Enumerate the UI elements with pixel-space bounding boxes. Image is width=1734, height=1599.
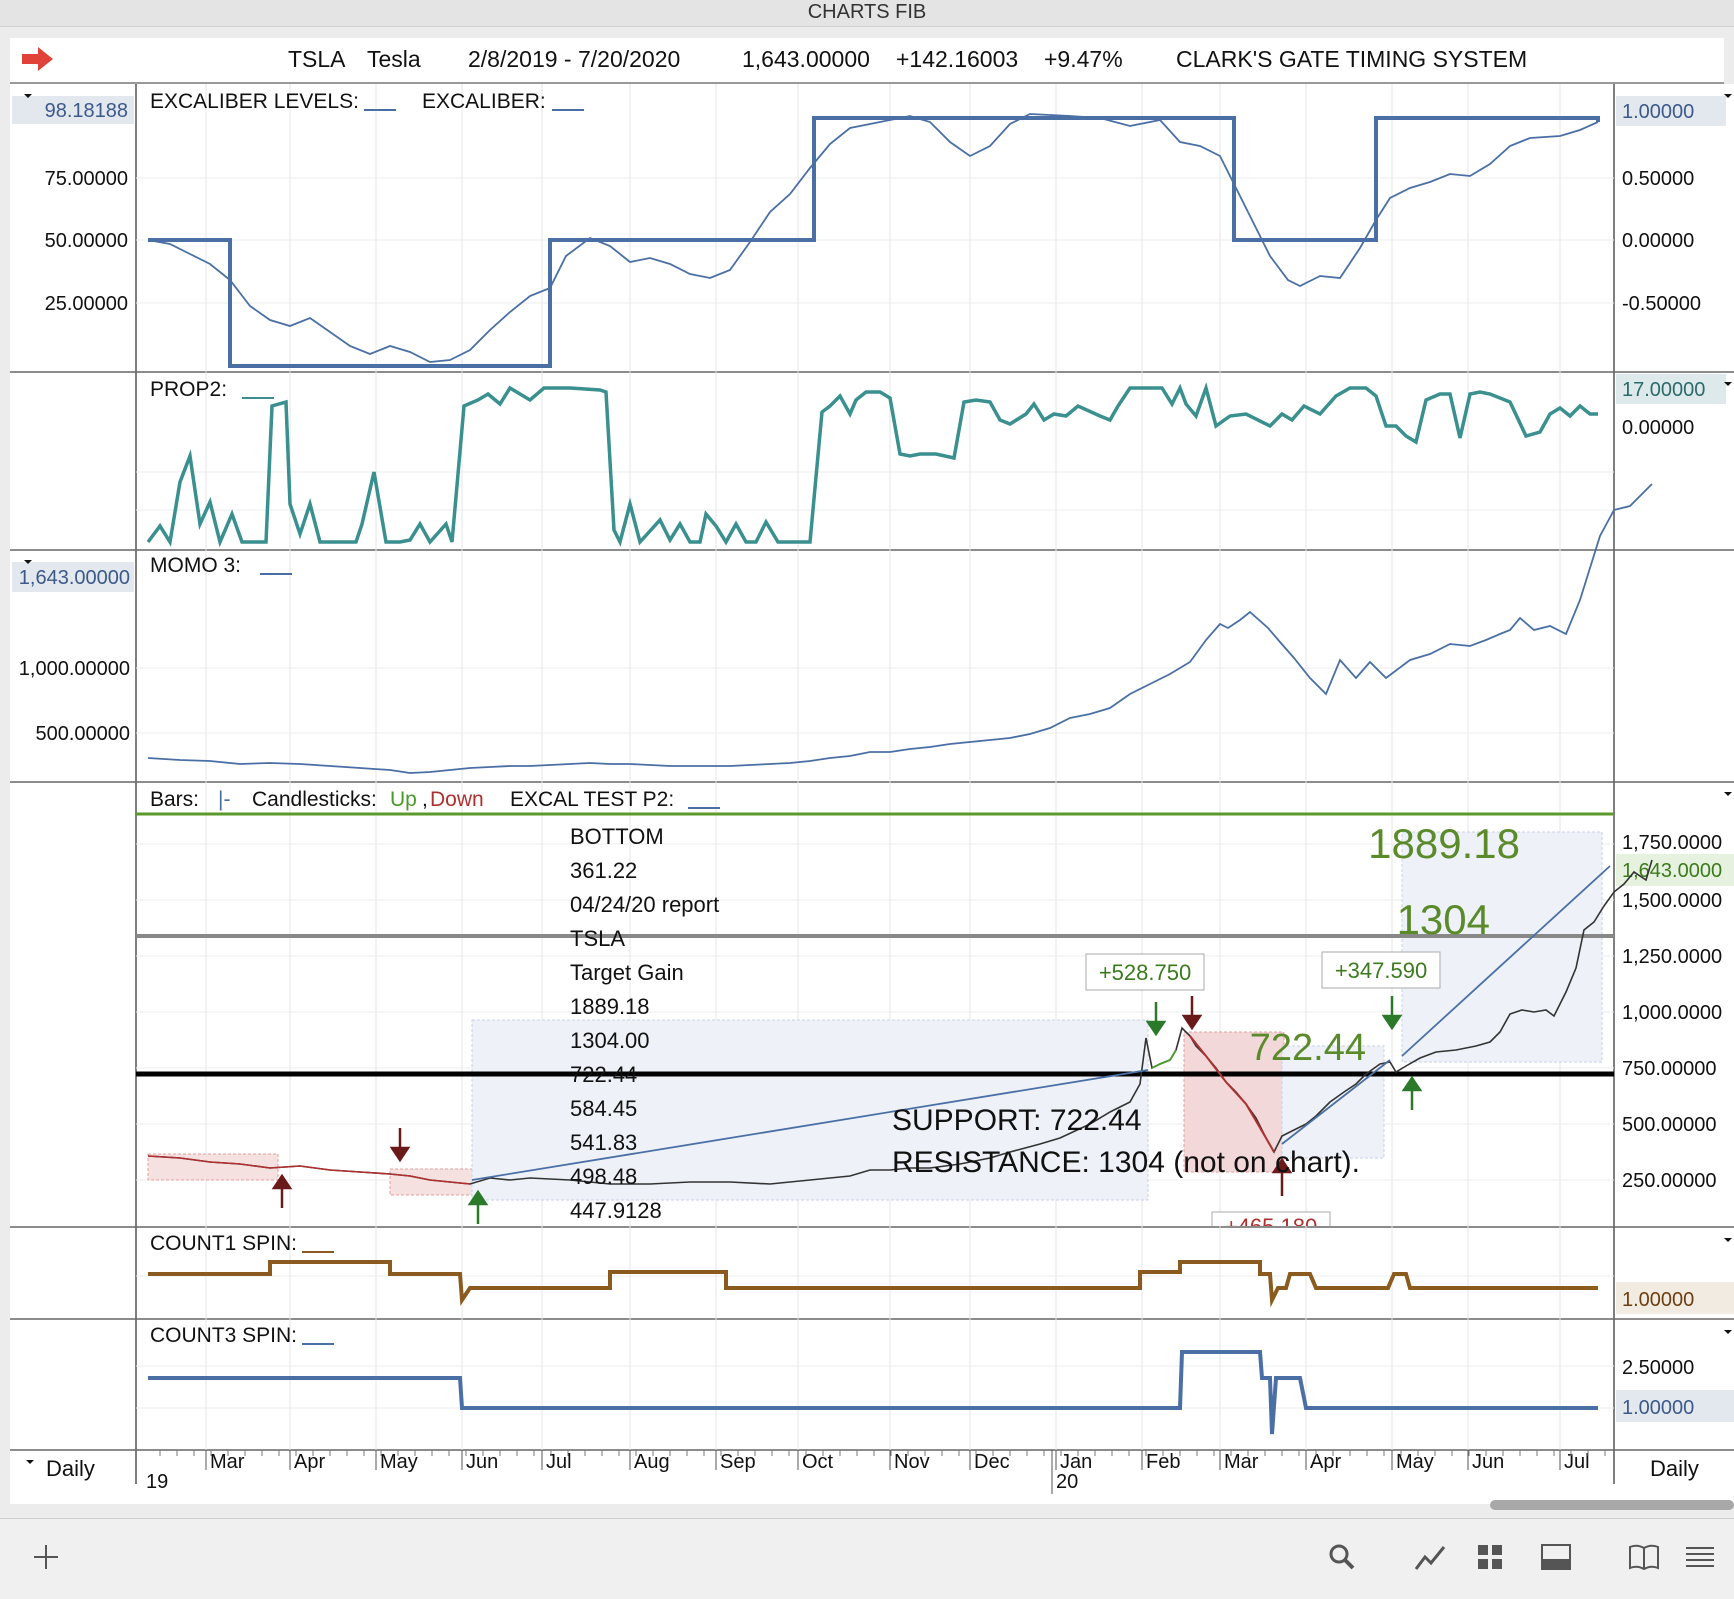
horizontal-scrollbar[interactable]: [1490, 1500, 1734, 1510]
month-tick-label: Apr: [1310, 1451, 1341, 1473]
momo-left-tick: 500.00000: [35, 723, 130, 745]
book-icon[interactable]: [1626, 1539, 1662, 1575]
main-right-tick: 750.00000: [1622, 1058, 1717, 1080]
report-line: 447.9128: [570, 1198, 662, 1223]
prop2-label: PROP2:: [150, 378, 227, 401]
month-tick-label: Jun: [1472, 1451, 1504, 1473]
panel-icon[interactable]: [1538, 1539, 1574, 1575]
month-tick-label: Dec: [974, 1451, 1010, 1473]
month-tick-label: Jan: [1060, 1451, 1092, 1473]
main-right-tick: 1,000.0000: [1622, 1002, 1722, 1024]
target-1304-label: 1304: [1397, 896, 1490, 943]
month-tick-label: Apr: [294, 1451, 325, 1473]
period-left[interactable]: Daily: [46, 1456, 95, 1481]
report-line: Target Gain: [570, 960, 684, 985]
period-right[interactable]: Daily: [1650, 1456, 1699, 1481]
resistance-text: RESISTANCE: 1304 (not on chart).: [892, 1146, 1360, 1179]
main-right-tick: 1,750.0000: [1622, 832, 1722, 854]
excaliber-right-value: 1.00000: [1622, 101, 1694, 123]
chart-area[interactable]: EXCALIBER LEVELS: EXCALIBER: 98.18188 75…: [10, 84, 1734, 1504]
bars-swatch: |-: [218, 788, 230, 811]
month-tick-label: Oct: [802, 1451, 834, 1473]
excaliber-label: EXCALIBER:: [422, 90, 546, 113]
plus-icon[interactable]: [28, 1539, 64, 1575]
header-date-range: 2/8/2019 - 7/20/2020: [468, 46, 681, 72]
report-line: 361.22: [570, 858, 637, 883]
excaliber-right-tick: 0.50000: [1622, 168, 1694, 190]
excaliber-right-tick: 0.00000: [1622, 230, 1694, 252]
report-line: BOTTOM: [570, 824, 664, 849]
month-tick-label: May: [380, 1451, 418, 1473]
grid-icon[interactable]: [1472, 1539, 1508, 1575]
gain-528-label: +528.750: [1099, 960, 1191, 985]
month-tick-label: Mar: [1224, 1451, 1259, 1473]
support-722-label: 722.44: [1250, 1027, 1366, 1069]
count3-right-value: 1.00000: [1622, 1397, 1694, 1419]
count1-label: COUNT1 SPIN:: [150, 1232, 297, 1255]
excaliber-left-tick: 50.00000: [45, 230, 128, 252]
month-tick-label: Aug: [634, 1451, 670, 1473]
red-arrow-icon[interactable]: [20, 44, 56, 74]
report-line: TSLA: [570, 926, 625, 951]
count3-right-tick: 2.50000: [1622, 1357, 1694, 1379]
report-line: 541.83: [570, 1130, 637, 1155]
excaliber-left-value: 98.18188: [45, 100, 128, 122]
header-change: +142.16003: [896, 46, 1019, 72]
candle-up-label: Up: [390, 788, 417, 811]
report-line: 722.44: [570, 1062, 637, 1087]
bottom-toolbar: [0, 1518, 1734, 1599]
main-right-tick: 1,500.0000: [1622, 890, 1722, 912]
excaliber-levels-label: EXCALIBER LEVELS:: [150, 90, 359, 113]
line-chart-icon[interactable]: [1412, 1539, 1448, 1575]
excal-test-label: EXCAL TEST P2:: [510, 788, 674, 811]
header-system: CLARK'S GATE TIMING SYSTEM: [1176, 46, 1528, 72]
report-line: 04/24/20 report: [570, 892, 719, 917]
main-right-tick: 500.00000: [1622, 1114, 1717, 1136]
excaliber-left-tick: 75.00000: [45, 168, 128, 190]
menu-icon[interactable]: [1682, 1539, 1718, 1575]
search-icon[interactable]: [1324, 1539, 1360, 1575]
support-text: SUPPORT: 722.44: [892, 1104, 1142, 1137]
momo-left-tick: 1,000.00000: [19, 658, 130, 680]
gain-347-label: +347.590: [1335, 958, 1427, 983]
report-line: 498.48: [570, 1164, 637, 1189]
main-right-value: 1,643.0000: [1622, 860, 1722, 882]
candle-down-label: Down: [430, 788, 484, 811]
header-name: Tesla: [367, 46, 421, 72]
header-symbol: TSLA: [288, 46, 346, 72]
momo-left-value: 1,643.00000: [19, 567, 130, 589]
month-tick-label: Jul: [1564, 1451, 1590, 1473]
excaliber-right-tick: -0.50000: [1622, 293, 1701, 315]
chart-svg[interactable]: EXCALIBER LEVELS: EXCALIBER: 98.18188 75…: [10, 84, 1734, 1504]
year-label-2020: 20: [1056, 1471, 1078, 1493]
count3-label: COUNT3 SPIN:: [150, 1324, 297, 1347]
svg-text:,: ,: [422, 788, 428, 811]
main-right-tick: 1,250.0000: [1622, 946, 1722, 968]
main-right-tick: 250.00000: [1622, 1170, 1717, 1192]
header-price: 1,643.00000: [742, 46, 870, 72]
count1-right-value: 1.00000: [1622, 1289, 1694, 1311]
month-tick-label: Mar: [210, 1451, 245, 1473]
bars-label: Bars:: [150, 788, 199, 811]
header-change-pct: +9.47%: [1044, 46, 1123, 72]
month-tick-label: Nov: [894, 1451, 930, 1473]
chart-header: TSLA Tesla 2/8/2019 - 7/20/2020 1,643.00…: [10, 38, 1724, 84]
prop2-right-tick: 0.00000: [1622, 417, 1694, 439]
month-tick-label: Jun: [466, 1451, 498, 1473]
window-title: CHARTS FIB: [0, 0, 1734, 27]
momo-label: MOMO 3:: [150, 554, 241, 577]
report-line: 584.45: [570, 1096, 637, 1121]
month-tick-label: May: [1396, 1451, 1434, 1473]
report-line: 1304.00: [570, 1028, 650, 1053]
excaliber-left-tick: 25.00000: [45, 293, 128, 315]
target-1889-label: 1889.18: [1368, 820, 1520, 867]
prop2-right-value: 17.00000: [1622, 379, 1705, 401]
candlesticks-label: Candlesticks:: [252, 788, 377, 811]
year-label-2019: 19: [146, 1471, 168, 1493]
report-line: 1889.18: [570, 994, 650, 1019]
